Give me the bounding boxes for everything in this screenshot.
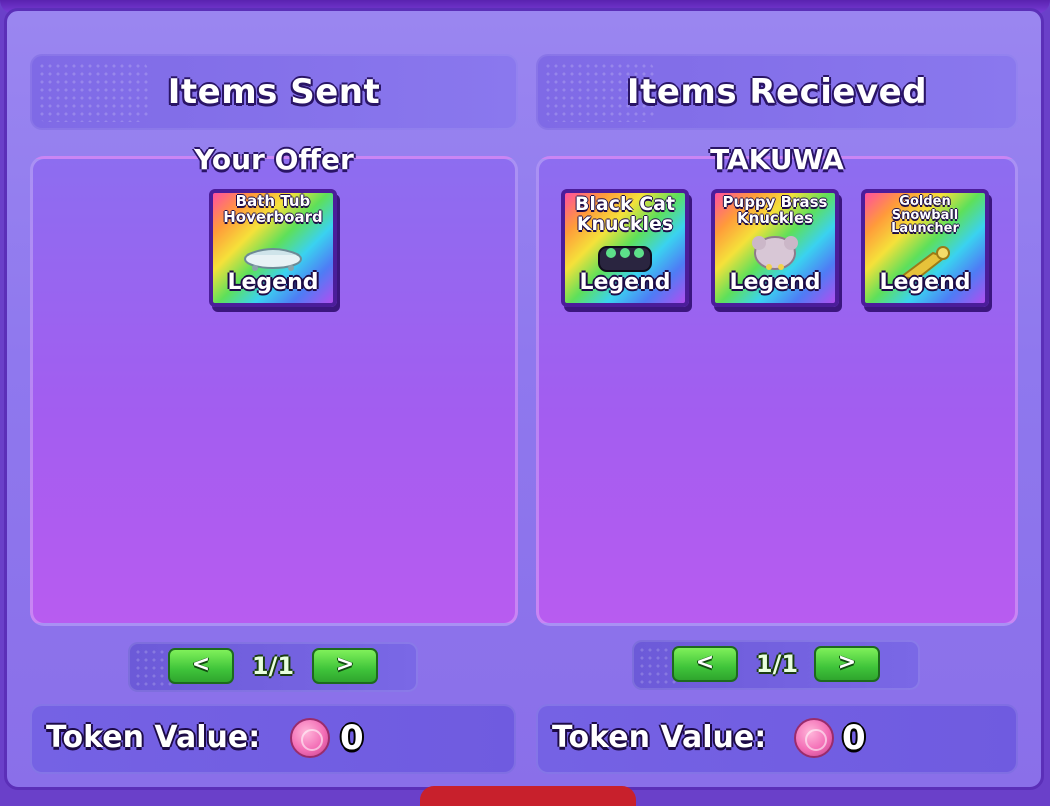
bathtub-hoverboard-icon [244,248,302,271]
item-rarity: Legend [227,270,319,295]
page-indicator: 1/1 [755,650,799,678]
item-card[interactable]: Bath Tub Hoverboard Legend [209,189,337,307]
left-token-value-bar: Token Value: 0 [30,704,516,774]
item-card[interactable]: Black Cat Knuckles Legend [561,189,689,307]
item-card[interactable]: Golden Snowball Launcher Legend [861,189,989,307]
token-coin-icon [794,718,834,758]
items-sent-title: Items Sent [167,72,381,112]
item-rarity: Legend [879,270,971,295]
prev-page-button[interactable]: < [168,648,234,684]
next-page-button[interactable]: > [814,646,880,682]
puppy-brass-knuckles-icon [752,236,798,270]
item-name: Black Cat Knuckles [574,193,676,235]
token-value: 0 [842,718,866,758]
item-name: Bath Tub Hoverboard [223,192,323,226]
left-pager: < 1/1 > [128,642,418,692]
token-value-label: Token Value: [46,720,261,755]
item-name: Golden Snowball Launcher [891,194,959,237]
page-indicator: 1/1 [251,652,295,680]
items-received-title: Items Recieved [626,72,928,112]
item-rarity: Legend [729,270,821,295]
dot-pattern [38,62,148,122]
items-received-header: Items Recieved [536,54,1018,130]
items-sent-header: Items Sent [30,54,518,130]
token-coin-icon [290,718,330,758]
your-offer-panel: Your Offer Bath Tub Hoverboard Legend [30,143,518,626]
token-value: 0 [340,718,364,758]
your-offer-title: Your Offer [194,143,354,176]
item-rarity: Legend [579,270,671,295]
right-token-value-bar: Token Value: 0 [536,704,1018,774]
takuwa-title: TAKUWA [710,143,844,176]
takuwa-offer-panel: TAKUWA Black Cat Knuckles Legend Puppy B… [536,143,1018,626]
item-name: Puppy Brass Knuckles [722,193,828,227]
item-card[interactable]: Puppy Brass Knuckles Legend [711,189,839,307]
prev-page-button[interactable]: < [672,646,738,682]
next-page-button[interactable]: > [312,648,378,684]
bottom-red-button[interactable] [420,786,636,806]
token-value-label: Token Value: [552,720,767,755]
right-pager: < 1/1 > [632,640,920,690]
